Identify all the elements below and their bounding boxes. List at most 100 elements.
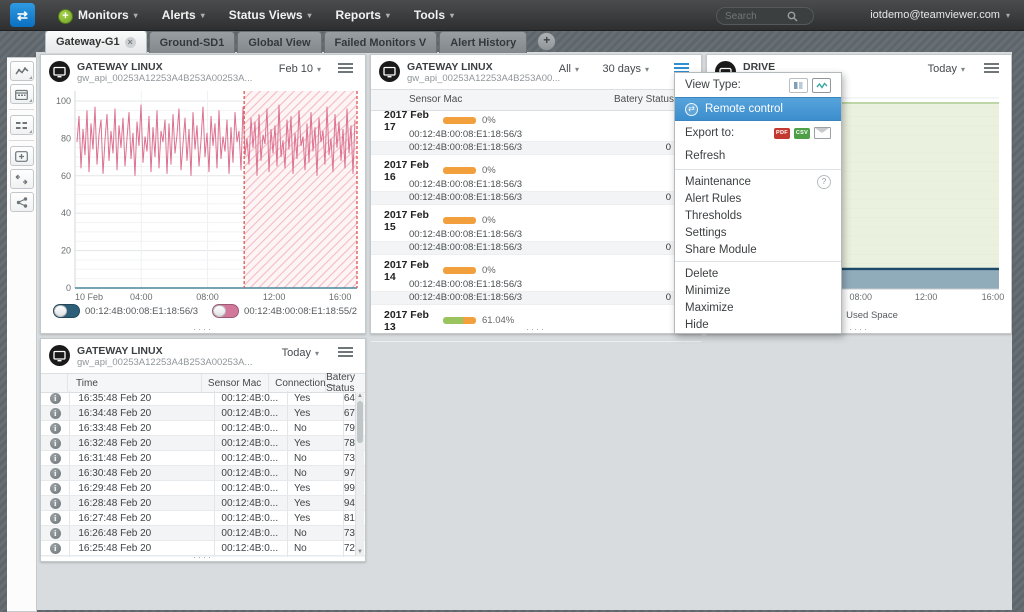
menu-item-refresh[interactable]: Refresh [675,145,841,166]
info-icon[interactable]: i [50,423,61,434]
event-row[interactable]: i16:31:48 Feb 2000:12:4B:0...No73 [41,451,365,466]
widget-menu-icon[interactable] [338,63,353,75]
nav-menu-reports[interactable]: Reports ▾ [336,8,390,22]
scroll-down-icon[interactable]: ▼ [357,549,363,555]
info-icon[interactable]: i [50,483,61,494]
search-icon[interactable] [787,11,798,22]
share-icon[interactable] [10,192,34,212]
event-row[interactable]: i16:35:48 Feb 2000:12:4B:0...Yes64 [41,391,365,406]
nav-menu-status-views[interactable]: Status Views▾ [229,8,312,22]
widget-drag-handle[interactable]: ···· [849,326,869,333]
export-pdf-icon[interactable]: PDF [774,128,790,139]
scrollbar-thumb[interactable] [357,401,363,443]
export-csv-icon[interactable]: CSV [794,128,810,139]
filter-dropdown[interactable]: All▾ [559,63,579,75]
event-row[interactable]: i16:29:48 Feb 2000:12:4B:0...Yes99 [41,481,365,496]
widget-drag-handle[interactable]: ···· [526,326,546,333]
info-icon[interactable]: i [50,438,61,449]
fullscreen-icon[interactable] [10,169,34,189]
event-row[interactable]: i16:27:48 Feb 2000:12:4B:0...Yes81 [41,511,365,526]
menu-item-maintenance[interactable]: Maintenance? [675,173,841,190]
info-icon[interactable]: i [50,393,61,404]
tab-failed-monitors-v[interactable]: Failed Monitors V [324,31,438,53]
menu-item-alert-rules[interactable]: Alert Rules [675,190,841,207]
period-dropdown[interactable]: Feb 10▾ [279,63,321,75]
event-row[interactable]: i16:32:48 Feb 2000:12:4B:0...Yes78 [41,436,365,451]
sensor-row[interactable]: 00:12:4B:00:08:E1:18:56/30 [371,292,701,306]
info-icon[interactable]: i [50,528,61,539]
sensor-row[interactable]: 00:12:4B:00:08:E1:18:56/30 [371,192,701,206]
tab-global-view[interactable]: Global View [237,31,321,53]
nav-menu-tools[interactable]: Tools▾ [414,8,454,22]
line-chart-icon[interactable] [10,61,34,81]
account-menu[interactable]: iotdemo@teamviewer.com ▾ [870,0,1010,30]
event-row[interactable]: i16:26:48 Feb 2000:12:4B:0...No73 [41,526,365,541]
dashboard-tabbar: Gateway-G1 × Ground-SD1Global ViewFailed M… [45,31,556,53]
series-toggle-icon[interactable] [53,304,80,318]
export-email-icon[interactable] [814,127,831,139]
info-icon[interactable]: i [50,408,61,419]
tab-alert-history[interactable]: Alert History [439,31,527,53]
period-dropdown[interactable]: Today▾ [282,347,319,359]
add-widget-icon[interactable] [10,146,34,166]
tab-close-icon[interactable]: × [125,37,136,48]
tab-label: Gateway-G1 [56,36,120,48]
widget-drag-handle[interactable]: ···· [193,554,213,561]
add-tab-button[interactable]: + [537,32,556,51]
nav-menu-monitors[interactable]: Monitors▾ [78,8,138,22]
sensor-row[interactable]: 00:12:4B:00:08:E1:18:56/3 [371,128,701,142]
widget-menu-icon[interactable] [338,347,353,359]
menu-item-minimize[interactable]: Minimize [675,282,841,299]
nav-menu-label: Reports [336,8,381,22]
menu-item-maximize[interactable]: Maximize [675,299,841,316]
event-row[interactable]: i16:33:48 Feb 2000:12:4B:0...No79 [41,421,365,436]
tab-gateway-g1[interactable]: Gateway-G1 × [45,30,147,53]
menu-item-share-module[interactable]: Share Module [675,241,841,258]
search-input[interactable] [723,10,787,23]
series-toggle-icon[interactable] [212,304,239,318]
menu-item-thresholds[interactable]: Thresholds [675,207,841,224]
layout-icon[interactable] [10,115,34,135]
sensor-row[interactable]: 00:12:4B:00:08:E1:18:56/3 [371,178,701,192]
bar-segment [443,217,476,224]
table-scrollbar[interactable]: ▲ ▼ [355,392,364,556]
widget-menu-icon[interactable] [984,63,999,75]
chevron-down-icon: ▾ [386,11,390,20]
add-monitor-icon[interactable]: + [58,9,73,24]
help-icon[interactable]: ? [817,175,831,189]
sensor-row[interactable]: 00:12:4B:00:08:E1:18:56/30 [371,242,701,256]
search-box[interactable] [716,7,814,25]
event-info-cell: i [41,421,70,435]
legend-toggle-118552[interactable]: 00:12:4B:00:08:E1:18:55/2 [212,304,357,318]
menu-item-settings[interactable]: Settings [675,224,841,241]
info-icon[interactable]: i [50,513,61,524]
sensor-row[interactable]: 00:12:4B:00:08:E1:18:56/30 [371,142,701,156]
info-icon[interactable]: i [50,468,61,479]
info-icon[interactable]: i [50,498,61,509]
widget-context-menu: View Type: ⇄ Remote control Export to: P… [674,72,842,334]
period-dropdown[interactable]: 30 days▾ [602,63,649,75]
sensor-row[interactable]: 00:12:4B:00:08:E1:18:56/3 [371,228,701,242]
event-row[interactable]: i16:34:48 Feb 2000:12:4B:0...Yes67 [41,406,365,421]
view-type-row: View Type: [675,73,841,97]
widget-sensor-table: GATEWAY LINUX gw_api_00253A12253A4B253A0… [370,54,702,334]
sensor-row[interactable]: 00:12:4B:00:08:E1:18:56/3 [371,278,701,292]
sensor-mac-value: 00:12:4B:00:08:E1:18:56/3 [409,192,633,203]
calendar-icon[interactable] [10,84,34,104]
legend-toggle-118563[interactable]: 00:12:4B:00:08:E1:18:56/3 [53,304,198,318]
scroll-up-icon[interactable]: ▲ [357,393,363,399]
event-row[interactable]: i16:28:48 Feb 2000:12:4B:0...Yes94 [41,496,365,511]
chart-view-icon[interactable] [812,78,831,93]
nav-menu-alerts[interactable]: Alerts▾ [162,8,205,22]
table-view-icon[interactable] [789,78,808,93]
event-row[interactable]: i16:30:48 Feb 2000:12:4B:0...No97 [41,466,365,481]
teamviewer-logo[interactable]: ⇄ [10,3,35,27]
period-dropdown[interactable]: Today▾ [928,63,965,75]
menu-item-remote-control[interactable]: ⇄ Remote control [675,97,841,121]
tab-ground-sd1[interactable]: Ground-SD1 [149,31,236,53]
menu-item-hide[interactable]: Hide [675,316,841,333]
info-icon[interactable]: i [50,543,61,554]
info-icon[interactable]: i [50,453,61,464]
widget-drag-handle[interactable]: ···· [193,326,213,333]
menu-item-delete[interactable]: Delete [675,265,841,282]
